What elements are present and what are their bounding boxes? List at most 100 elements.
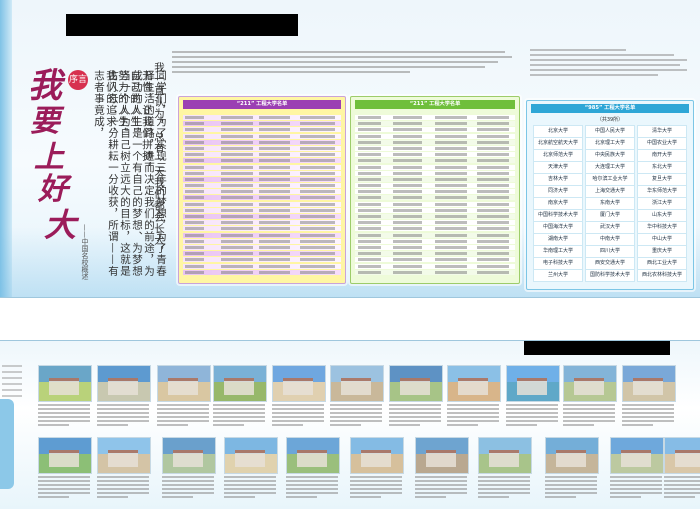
table-row [183, 244, 341, 250]
university-photo-item [286, 437, 340, 500]
card-title-211: “211” 工程大学名单 [183, 100, 341, 109]
university-photo-item [389, 365, 443, 428]
campus-photo [415, 437, 469, 474]
university-photo-item [447, 365, 501, 428]
card-title-985: “985” 工程大学名单 [531, 104, 689, 113]
campus-photo [38, 365, 92, 402]
university-photo-item [213, 365, 267, 428]
table-row [183, 158, 341, 164]
table-row [355, 145, 515, 151]
table-row [183, 133, 341, 139]
table-row [183, 176, 341, 182]
table-row [183, 115, 341, 120]
bottom-gallery-panel [0, 340, 700, 509]
table-row [183, 220, 341, 226]
table-row [355, 121, 515, 127]
campus-photo [213, 365, 267, 402]
university-photo-item [622, 365, 676, 428]
card-count-985: （共39所） [596, 117, 624, 123]
table-row [355, 207, 515, 213]
university-photo-item [157, 365, 211, 428]
photo-caption [447, 404, 499, 426]
university-photo-item [272, 365, 326, 428]
table-row [183, 257, 341, 263]
table-row [355, 201, 515, 207]
university-cell: 兰州大学 [533, 269, 583, 282]
photo-caption [38, 476, 90, 498]
table-row [183, 201, 341, 207]
table-row [355, 139, 515, 145]
campus-photo [664, 437, 700, 474]
side-notes [2, 361, 22, 401]
table-row [183, 183, 341, 189]
table-row [183, 170, 341, 176]
university-cell: 国防科学技术大学 [585, 269, 635, 282]
university-photo-item [38, 437, 92, 500]
table-row [183, 226, 341, 232]
photo-caption [664, 476, 700, 498]
campus-photo [545, 437, 599, 474]
table-row [183, 214, 341, 219]
table-row [355, 189, 515, 195]
table-row [355, 115, 515, 120]
photo-caption [330, 404, 382, 426]
photo-caption [97, 476, 149, 498]
table-row [355, 251, 515, 257]
table-rows-211-continued [355, 115, 515, 279]
university-photo-item [97, 365, 151, 428]
top-poster-panel: 我 要 上 好 大 序言 我一直认为，总有一天我们都会长大， 同学们，为了实现三年… [0, 0, 700, 298]
university-photo-item [506, 365, 560, 428]
campus-photo [610, 437, 664, 474]
table-row [355, 257, 515, 263]
university-photo-item [545, 437, 599, 500]
photo-caption [415, 476, 467, 498]
photo-caption [272, 404, 324, 426]
table-row [183, 164, 341, 170]
university-photo-item [610, 437, 664, 500]
photo-caption [622, 404, 674, 426]
table-row [183, 238, 341, 244]
photo-caption [224, 476, 276, 498]
note-985-paragraph [530, 46, 690, 79]
campus-photo [272, 365, 326, 402]
university-photo-item [38, 365, 92, 428]
campus-photo [330, 365, 384, 402]
table-row [183, 269, 341, 275]
university-photo-item [664, 437, 700, 500]
table-row [355, 133, 515, 139]
table-row [355, 152, 515, 158]
table-row [183, 195, 341, 201]
photo-caption [213, 404, 265, 426]
campus-photo [97, 365, 151, 402]
university-photo-item [330, 365, 384, 428]
table-row [355, 158, 515, 164]
table-row [355, 244, 515, 250]
table-row [355, 195, 515, 201]
campus-photo [447, 365, 501, 402]
campus-photo [506, 365, 560, 402]
campus-photo [622, 365, 676, 402]
photo-caption [162, 476, 214, 498]
university-photo-item [350, 437, 404, 500]
photo-caption [38, 404, 90, 426]
table-row [355, 170, 515, 176]
redacted-header [524, 341, 670, 355]
photo-caption [478, 476, 530, 498]
table-row [355, 232, 515, 238]
list-card-985: “985” 工程大学名单 （共39所） 北京大学 中国人民大学 清华大学 北京航空航天… [526, 100, 694, 290]
table-row [355, 220, 515, 226]
photo-caption [350, 476, 402, 498]
redacted-header [66, 14, 298, 36]
photo-caption [563, 404, 615, 426]
photo-caption [97, 404, 149, 426]
left-decorative-tab [0, 399, 14, 489]
table-row [355, 164, 515, 170]
photo-caption [157, 404, 209, 426]
table-row [355, 176, 515, 182]
university-photo-item [478, 437, 532, 500]
university-photo-item [224, 437, 278, 500]
preface-line: 古人云：一分耕耘一分收获，所谓——有志者事竟成， [93, 70, 119, 277]
university-photo-item [415, 437, 469, 500]
table-row [183, 145, 341, 151]
table-row [183, 152, 341, 158]
